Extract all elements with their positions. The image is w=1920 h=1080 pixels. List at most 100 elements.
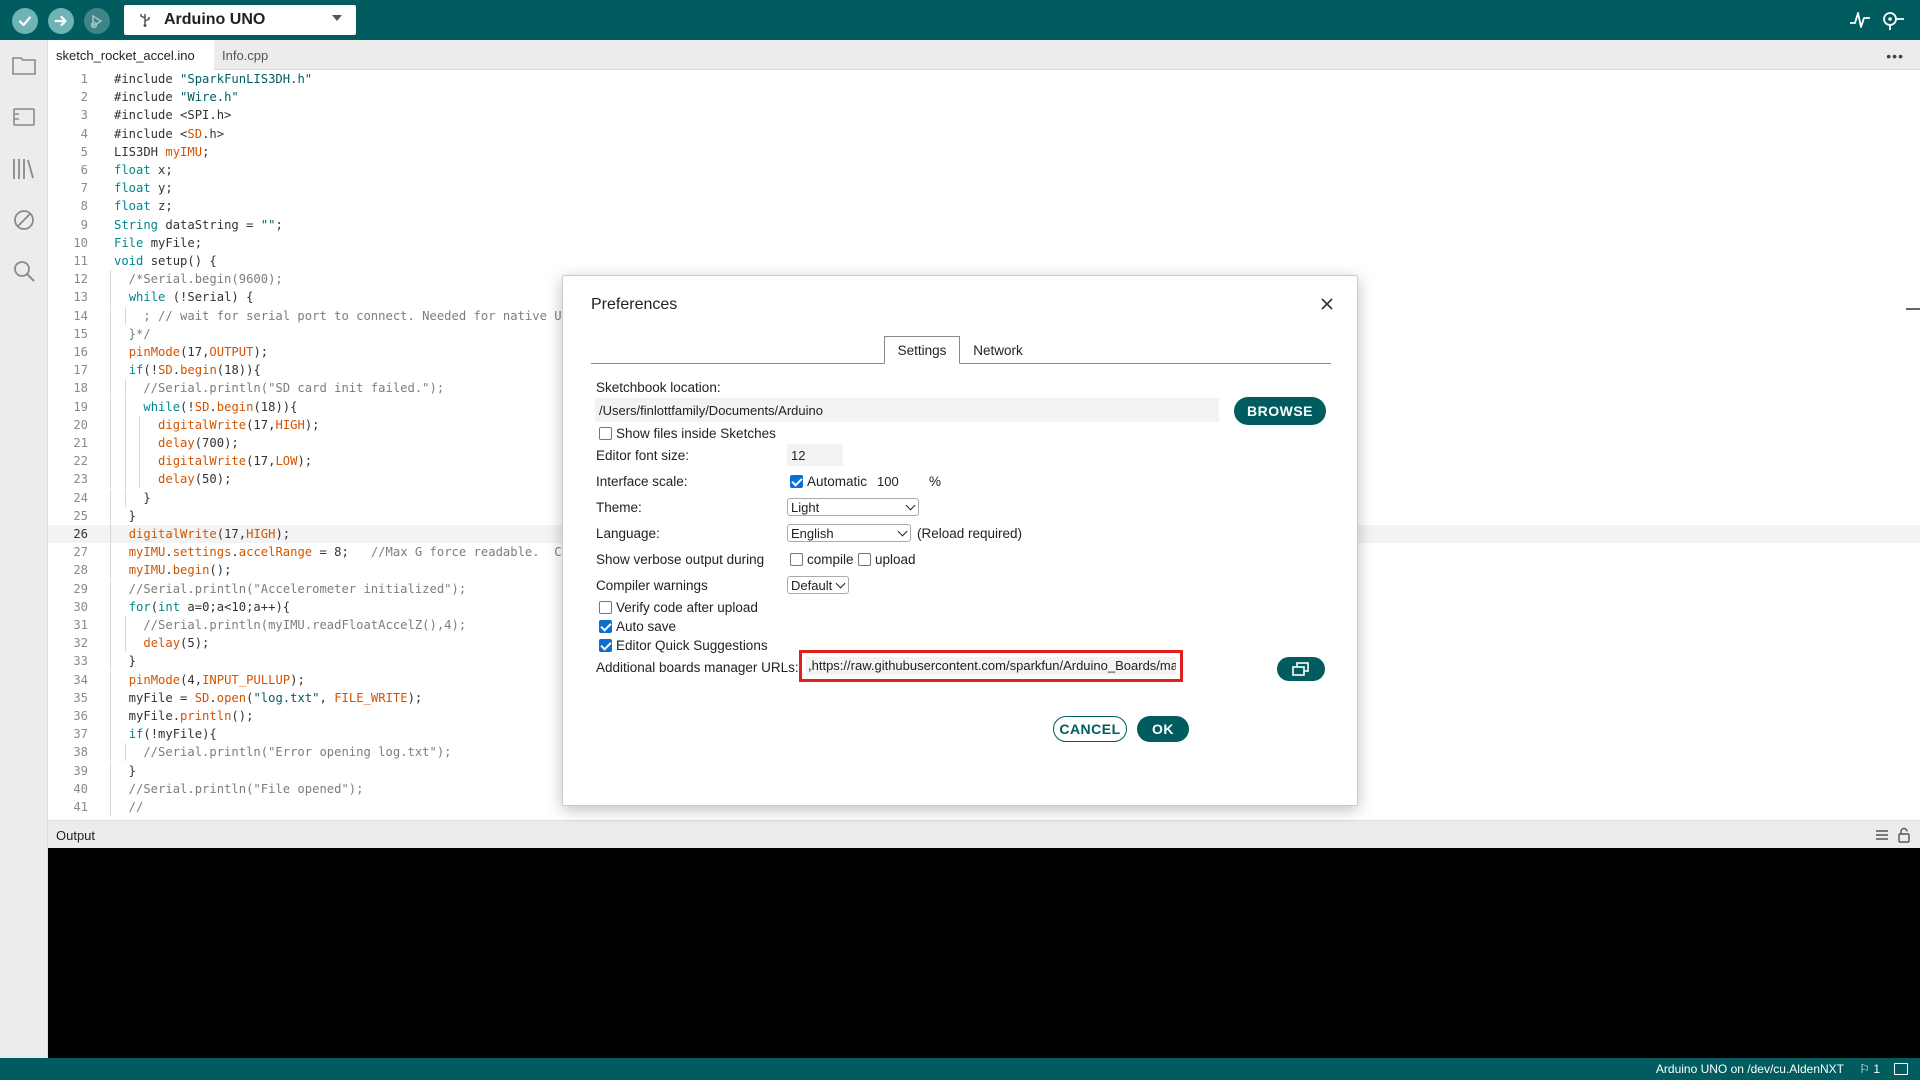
- code-line[interactable]: 8 float z;: [48, 197, 1920, 215]
- code-line[interactable]: 9 String dataString = "";: [48, 216, 1920, 234]
- board-selector[interactable]: Arduino UNO: [124, 5, 356, 35]
- search-icon[interactable]: [11, 258, 37, 284]
- interface-scale-label: Interface scale:: [596, 474, 688, 489]
- line-code: }: [114, 763, 137, 778]
- theme-select[interactable]: Light: [787, 498, 919, 516]
- line-code: }: [114, 508, 137, 523]
- theme-label: Theme:: [596, 500, 642, 515]
- boards-manager-icon[interactable]: [11, 104, 37, 130]
- output-header: Output: [48, 820, 1920, 848]
- cancel-button[interactable]: CANCEL: [1053, 716, 1127, 742]
- line-number: 17: [73, 363, 88, 378]
- folder-icon[interactable]: [11, 52, 37, 78]
- close-icon[interactable]: [1319, 296, 1335, 312]
- preferences-dialog: Preferences Settings Network Sketchbook …: [562, 275, 1358, 806]
- auto-save-label: Auto save: [616, 619, 677, 634]
- line-code: //: [114, 800, 144, 814]
- quick-suggestions-checkbox[interactable]: [599, 639, 612, 652]
- line-number: 37: [73, 727, 88, 742]
- lock-icon[interactable]: [1896, 827, 1912, 843]
- boards-urls-input[interactable]: ,https://raw.githubusercontent.com/spark…: [806, 657, 1176, 675]
- line-code: }*/: [114, 326, 151, 341]
- serial-monitor-icon[interactable]: [1880, 9, 1906, 31]
- editor-font-size-input[interactable]: 12: [787, 444, 843, 466]
- indent-guide: [110, 616, 111, 634]
- line-code: if(!myFile){: [128, 727, 217, 742]
- auto-save-checkbox[interactable]: [599, 620, 612, 633]
- chevron-down-icon: [332, 15, 342, 21]
- line-number: 33: [73, 654, 88, 669]
- verbose-upload-label: upload: [875, 552, 916, 567]
- debug-button[interactable]: [84, 8, 110, 34]
- line-number: 32: [73, 636, 88, 651]
- line-number: 27: [73, 545, 88, 560]
- more-options-icon[interactable]: •••: [1886, 48, 1904, 64]
- debug-panel-icon[interactable]: [11, 207, 37, 233]
- scrollbar-marker[interactable]: [1906, 308, 1920, 310]
- line-code: }: [114, 654, 137, 669]
- code-line[interactable]: 6 float x;: [48, 161, 1920, 179]
- line-code: float x;: [114, 163, 173, 177]
- tab-info-cpp[interactable]: Info.cpp: [214, 40, 304, 70]
- line-number: 14: [73, 308, 88, 323]
- verbose-upload-checkbox[interactable]: [858, 553, 871, 566]
- line-code: //Serial.println(myIMU.readFloatAccelZ()…: [114, 618, 467, 632]
- serial-plotter-icon[interactable]: [1848, 9, 1872, 31]
- upload-button[interactable]: [48, 8, 74, 34]
- tab-network[interactable]: Network: [963, 336, 1033, 364]
- line-number: 7: [80, 181, 88, 196]
- line-number: 30: [73, 599, 88, 614]
- code-line[interactable]: 10 File myFile;: [48, 234, 1920, 252]
- verbose-compile-checkbox[interactable]: [790, 553, 803, 566]
- verify-icon: [18, 16, 32, 27]
- code-line[interactable]: 11 void setup() {: [48, 252, 1920, 270]
- left-sidebar: MK: [0, 40, 48, 1080]
- compiler-warnings-select[interactable]: Default: [787, 576, 849, 594]
- line-number: 2: [80, 90, 88, 105]
- line-code: for(int a=0;a<10;a++){: [128, 599, 291, 614]
- verify-after-upload-label: Verify code after upload: [616, 600, 758, 615]
- notifications-indicator[interactable]: ⚐ 1: [1859, 1062, 1880, 1076]
- verify-after-upload-checkbox[interactable]: [599, 601, 612, 614]
- output-console[interactable]: [48, 848, 1920, 1058]
- code-line[interactable]: 5 LIS3DH myIMU;: [48, 143, 1920, 161]
- code-line[interactable]: 4 #include <SD.h>: [48, 125, 1920, 143]
- library-manager-icon[interactable]: [11, 156, 37, 182]
- interface-scale-input[interactable]: 100: [873, 470, 923, 492]
- output-title: Output: [56, 828, 96, 843]
- code-line[interactable]: 7 float y;: [48, 179, 1920, 197]
- indent-guide: [110, 597, 111, 616]
- line-code: File myFile;: [114, 235, 203, 250]
- tab-sketch-rocket-accel[interactable]: sketch_rocket_accel.ino: [48, 40, 214, 70]
- tab-label: Info.cpp: [222, 47, 269, 63]
- line-code: if(!SD.begin(18)){: [128, 363, 261, 378]
- board-port-status: Arduino UNO on /dev/cu.AldenNXT: [1655, 1062, 1844, 1076]
- line-number: 31: [73, 618, 88, 632]
- automatic-scale-checkbox[interactable]: [790, 475, 803, 488]
- toggle-panel-icon[interactable]: [1894, 1063, 1908, 1075]
- indent-guide: [110, 688, 111, 707]
- line-number: 20: [73, 417, 88, 432]
- indent-guide: [110, 761, 111, 780]
- clear-output-icon[interactable]: [1874, 827, 1890, 843]
- show-files-checkbox[interactable]: [599, 427, 612, 440]
- language-value: English: [791, 525, 834, 541]
- indent-guide: [110, 470, 111, 489]
- sketchbook-location-input[interactable]: /Users/finlottfamily/Documents/Arduino: [595, 398, 1219, 422]
- line-code: #include "Wire.h": [114, 90, 239, 105]
- edit-urls-button[interactable]: [1277, 657, 1325, 681]
- line-number: 13: [73, 290, 88, 305]
- verify-button[interactable]: [12, 8, 38, 34]
- ok-button[interactable]: OK: [1137, 716, 1189, 742]
- line-code: float y;: [114, 181, 173, 196]
- line-code: delay(50);: [158, 472, 232, 487]
- browse-button[interactable]: BROWSE: [1234, 397, 1326, 425]
- indent-guide: [110, 288, 111, 307]
- line-number: 10: [73, 235, 88, 250]
- tab-settings[interactable]: Settings: [884, 336, 960, 364]
- code-line[interactable]: 3 #include <SPI.h>: [48, 106, 1920, 124]
- code-line[interactable]: 2 #include "Wire.h": [48, 88, 1920, 106]
- line-number: 1: [80, 72, 88, 86]
- language-select[interactable]: English: [787, 524, 911, 542]
- code-line[interactable]: 1 #include "SparkFunLIS3DH.h": [48, 70, 1920, 88]
